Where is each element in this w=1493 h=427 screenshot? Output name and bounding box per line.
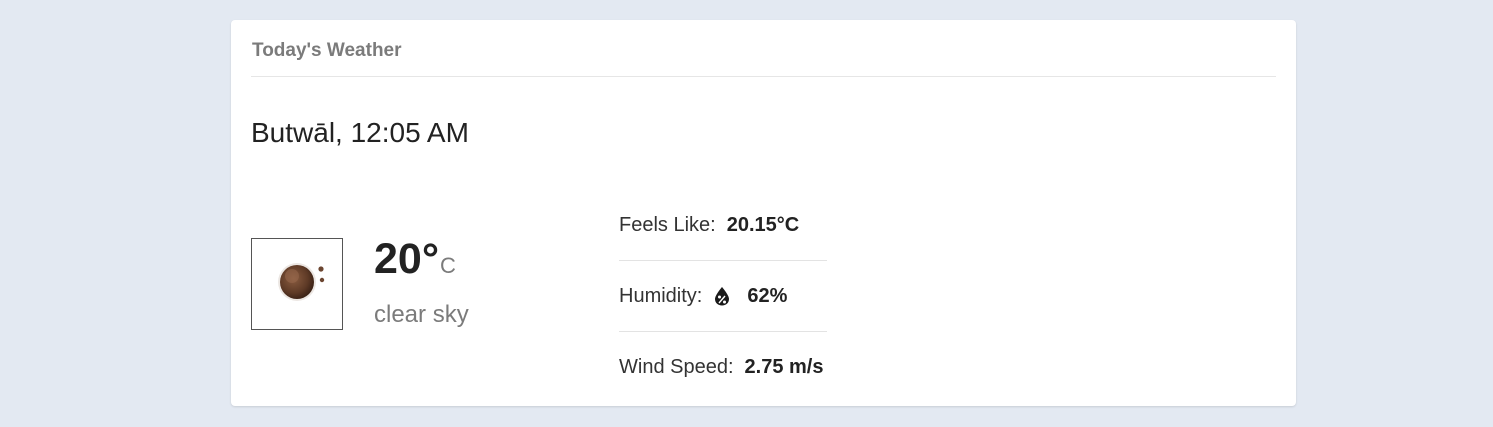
location-time: Butwāl, 12:05 AM bbox=[251, 117, 469, 148]
night-clear-moon-icon bbox=[278, 263, 325, 301]
temperature-unit: C bbox=[440, 253, 456, 278]
temperature: 20°C bbox=[374, 234, 456, 294]
wind-speed-value: 2.75 m/s bbox=[744, 356, 824, 378]
feels-like-label: Feels Like: bbox=[619, 213, 716, 236]
weather-description: clear sky bbox=[374, 301, 469, 328]
feels-like-value: 20.15°C bbox=[726, 213, 800, 236]
card-title: Today's Weather bbox=[252, 40, 402, 61]
wind-speed-row: Wind Speed: 2.75 m/s bbox=[619, 332, 827, 403]
humidity-row: Humidity: 62% bbox=[619, 261, 827, 332]
card-header: Today's Weather bbox=[251, 20, 1276, 77]
weather-details: Feels Like: 20.15°C Humidity: 62% Wind S… bbox=[619, 190, 827, 403]
humidity-label: Humidity: bbox=[619, 284, 703, 307]
weather-icon-box bbox=[251, 238, 343, 330]
humidity-value: 62% bbox=[747, 284, 788, 307]
feels-like-row: Feels Like: 20.15°C bbox=[619, 190, 827, 261]
temperature-value: 20° bbox=[374, 235, 440, 283]
wind-speed-label: Wind Speed: bbox=[619, 356, 734, 378]
weather-card: Today's Weather Butwāl, 12:05 AM 20°C cl… bbox=[231, 20, 1296, 406]
humidity-drop-icon bbox=[713, 286, 731, 306]
